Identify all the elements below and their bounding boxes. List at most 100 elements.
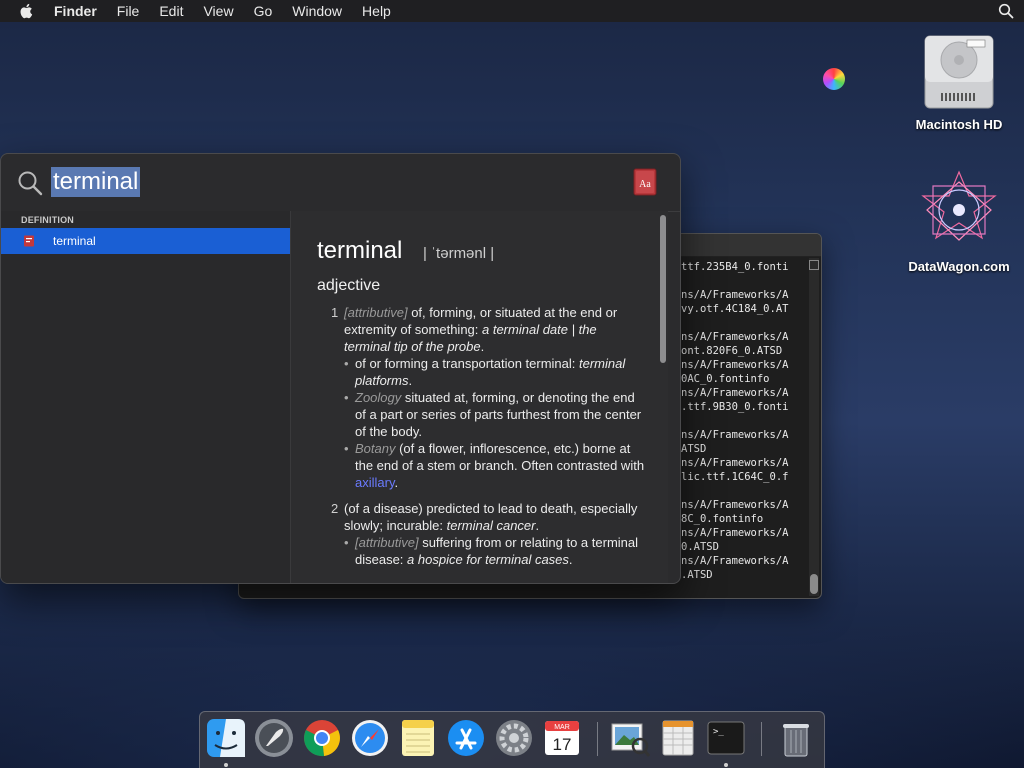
terminal-scrollbar[interactable] — [809, 258, 819, 596]
desktop-icon-label: Macintosh HD — [915, 117, 1003, 132]
menu-finder[interactable]: Finder — [54, 3, 97, 19]
safari-icon[interactable] — [350, 718, 390, 758]
definition-preview: terminal | ˈtərmənl | adjective 1 [attrib… — [291, 211, 668, 583]
terminal-line: ns/A/Frameworks/A — [681, 387, 789, 399]
bullet: • — [344, 535, 349, 550]
sense-tag: Zoology — [355, 390, 402, 405]
result-item-label: terminal — [53, 234, 96, 248]
notes-icon[interactable] — [398, 718, 438, 758]
spotlight-results-sidebar: DEFINITION terminal — [1, 211, 291, 583]
definition-subsense-2: • Zoology situated at, forming, or denoti… — [344, 389, 645, 440]
terminal-line: 8C_0.fontinfo — [681, 513, 764, 525]
sense-end: . — [480, 339, 485, 354]
terminal-line: ns/A/Frameworks/A — [681, 289, 789, 301]
definition-subsense-1: • of or forming a transportation terminal… — [344, 355, 645, 389]
search-icon — [18, 171, 43, 196]
desktop-icon-label: DataWagon.com — [908, 259, 1010, 274]
terminal-line: ns/A/Frameworks/A — [681, 331, 789, 343]
definition-sense-1: 1 [attributive] of, forming, or situated … — [331, 304, 644, 355]
definition-headword: terminal — [317, 237, 403, 264]
definition-link-axillary[interactable]: axillary — [355, 475, 395, 490]
menu-file[interactable]: File — [117, 3, 140, 19]
bullet: • — [344, 390, 349, 405]
dock-separator — [597, 722, 598, 756]
scrollbar-box — [809, 260, 819, 270]
app-store-icon[interactable] — [446, 718, 486, 758]
terminal-output: ttf.235B4_0.fonti ns/A/Frameworks/A vy.ot… — [681, 260, 809, 582]
terminal-line: ns/A/Frameworks/A — [681, 429, 789, 441]
spotlight-search-row: terminal Aa — [1, 154, 680, 212]
sense-number: 2 — [331, 501, 339, 516]
definition-scrollbar[interactable] — [660, 215, 666, 363]
sense-number: 1 — [331, 305, 339, 320]
datawagon-logo-icon — [921, 170, 997, 241]
menu-window[interactable]: Window — [292, 3, 342, 19]
terminal-line: .ttf.9B30_0.fonti — [681, 401, 789, 413]
spotlight-search-icon[interactable] — [998, 3, 1014, 19]
terminal-line: ns/A/Frameworks/A — [681, 527, 789, 539]
terminal-line: ns/A/Frameworks/A — [681, 499, 789, 511]
sense-example: terminal cancer — [446, 518, 536, 533]
sense-end: . — [535, 518, 540, 533]
definition-pronunciation: | ˈtərmənl | — [423, 245, 495, 262]
menu-go[interactable]: Go — [254, 3, 273, 19]
terminal-line: 0.ATSD — [681, 541, 719, 553]
definition-part-of-speech: adjective — [317, 277, 381, 294]
terminal-line: ttf.235B4_0.fonti — [681, 261, 789, 273]
sense-text: of or forming a transportation terminal: — [355, 356, 579, 371]
definition-subsense-4: • [attributive] suffering from or relatin… — [344, 534, 645, 568]
calendar-day: 17 — [553, 735, 572, 754]
calendar-icon[interactable]: MAR 17 — [542, 718, 582, 758]
menu-view[interactable]: View — [203, 3, 233, 19]
trash-icon[interactable] — [776, 718, 816, 758]
dictionary-icon — [24, 235, 34, 247]
finder-icon[interactable] — [206, 718, 246, 758]
bullet: • — [344, 441, 349, 456]
launchpad-icon[interactable] — [254, 718, 294, 758]
calendar-month: MAR — [554, 724, 570, 731]
desktop-icon-datawagon[interactable]: DataWagon.com — [900, 168, 1018, 274]
scrollbar-thumb[interactable] — [810, 574, 818, 594]
desktop-icon-macintosh-hd[interactable]: Macintosh HD — [900, 30, 1018, 132]
running-indicator — [224, 763, 228, 767]
apple-icon[interactable] — [18, 2, 36, 20]
terminal-icon[interactable]: >_ — [706, 718, 746, 758]
definition-subsense-3: • Botany (of a flower, inflorescence, etc… — [344, 440, 645, 491]
terminal-line: vy.otf.4C184_0.AT — [681, 303, 789, 315]
menu-bar: Finder File Edit View Go Window Help — [0, 0, 1024, 22]
terminal-line: .ATSD — [681, 569, 713, 581]
chrome-icon[interactable] — [302, 718, 342, 758]
sense-tag: [attributive] — [344, 305, 408, 320]
system-preferences-icon[interactable] — [494, 718, 534, 758]
terminal-line: ont.820F6_0.ATSD — [681, 345, 783, 357]
terminal-line: ns/A/Frameworks/A — [681, 555, 789, 567]
dictionary-app-icon[interactable]: Aa — [633, 168, 657, 196]
definition-sense-2: 2 (of a disease) predicted to lead to dea… — [331, 500, 644, 534]
dock-separator — [761, 722, 762, 756]
numbers-icon[interactable] — [658, 718, 698, 758]
sense-example: a hospice for terminal cases — [407, 552, 569, 567]
results-section-header: DEFINITION — [21, 215, 74, 225]
svg-text:Aa: Aa — [639, 179, 651, 190]
sense-end: . — [568, 552, 573, 567]
terminal-line: lic.ttf.1C64C_0.f — [681, 471, 789, 483]
running-indicator — [724, 763, 728, 767]
menu-edit[interactable]: Edit — [159, 3, 183, 19]
search-input[interactable]: terminal — [51, 167, 141, 197]
terminal-line: ATSD — [681, 443, 707, 455]
sense-end: . — [408, 373, 413, 388]
dock: MAR 17 >_ — [199, 711, 825, 768]
sense-tag: [attributive] — [355, 535, 419, 550]
menu-help[interactable]: Help — [362, 3, 391, 19]
terminal-line: ns/A/Frameworks/A — [681, 359, 789, 371]
preview-icon[interactable] — [610, 718, 650, 758]
hard-drive-icon — [924, 35, 994, 109]
terminal-line: ns/A/Frameworks/A — [681, 457, 789, 469]
bullet: • — [344, 356, 349, 371]
result-item-terminal[interactable]: terminal — [1, 228, 290, 254]
spotlight-panel: terminal Aa DEFINITION terminal terminal… — [0, 153, 681, 584]
